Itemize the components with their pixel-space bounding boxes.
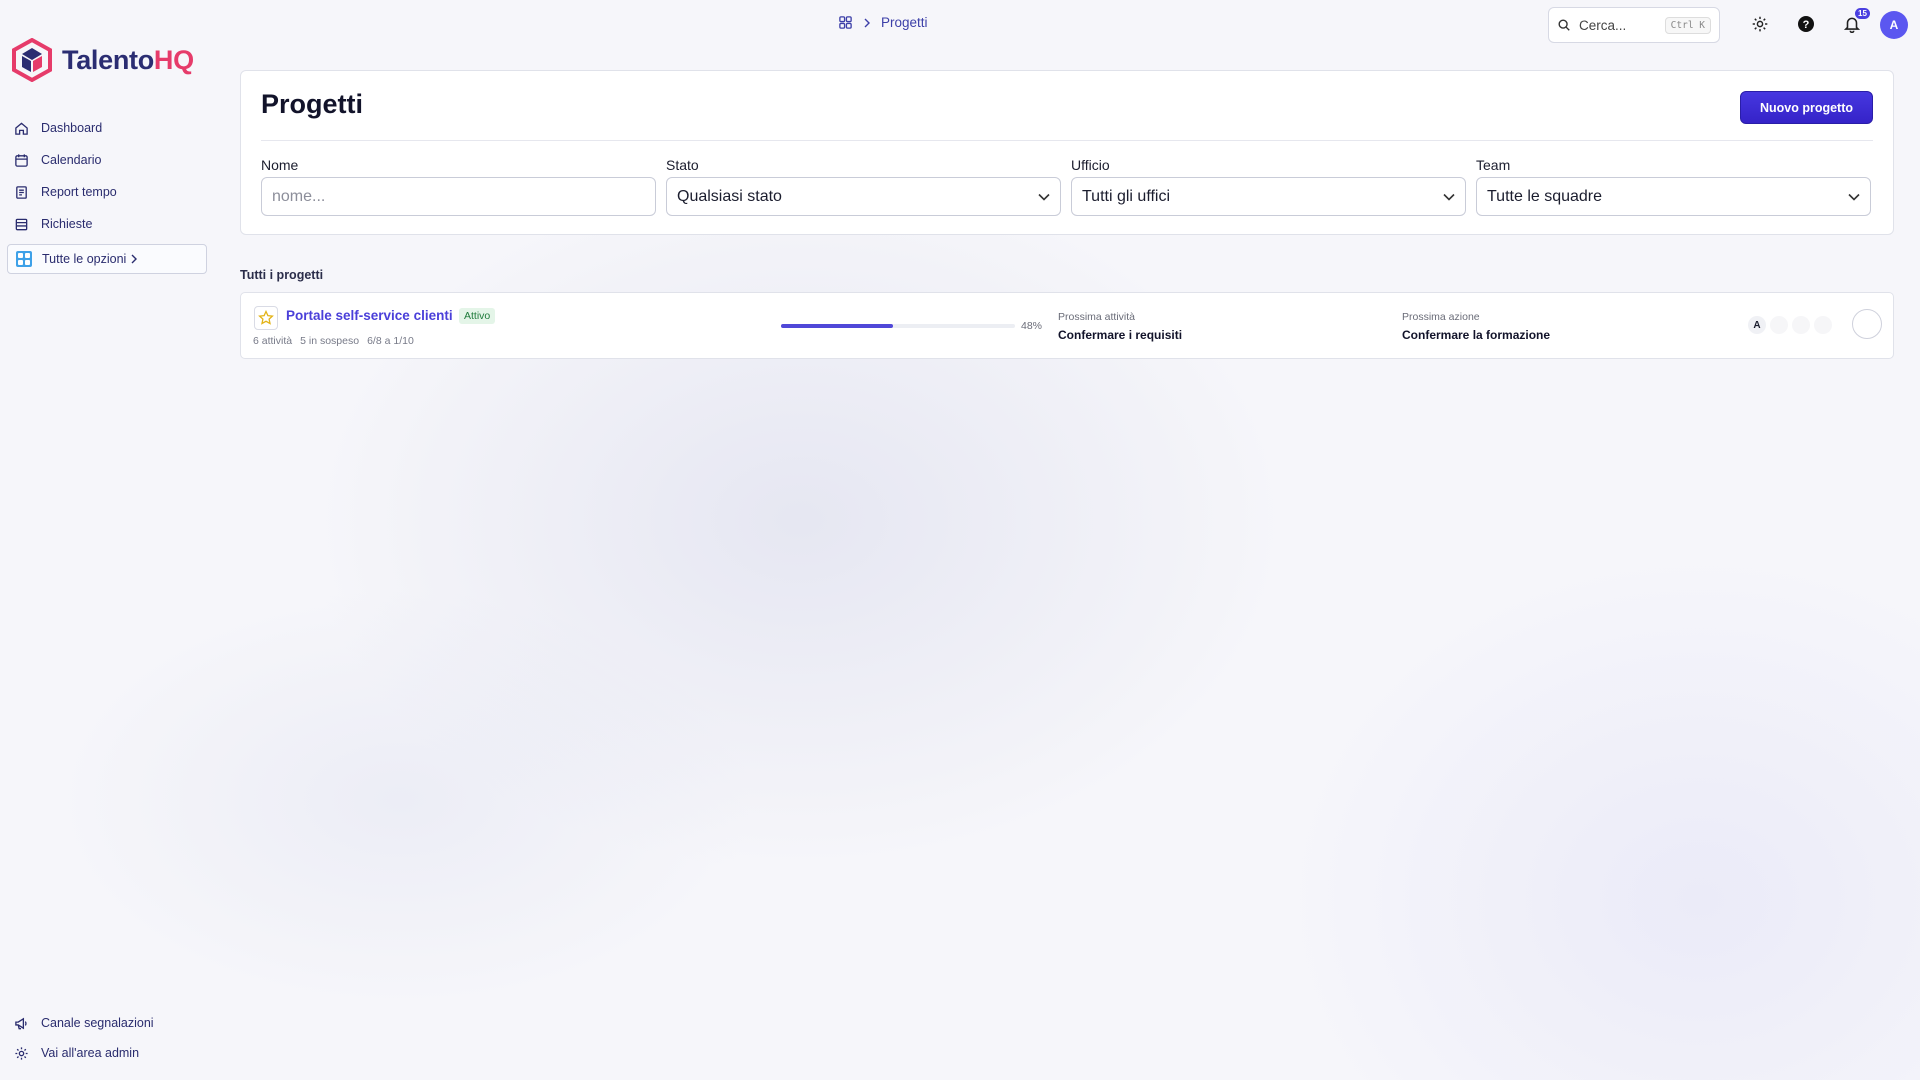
status-select[interactable]: Qualsiasi stato bbox=[666, 177, 1061, 216]
section-label: Tutti i progetti bbox=[240, 268, 324, 282]
filter-team: Team Tutte le squadre bbox=[1476, 157, 1871, 216]
name-input[interactable]: nome... bbox=[261, 177, 656, 216]
sidebar-item-requests[interactable]: Richieste bbox=[14, 208, 117, 240]
project-action-button[interactable] bbox=[1852, 309, 1882, 339]
project-name[interactable]: Portale self-service clienti bbox=[286, 308, 453, 323]
home-icon bbox=[15, 121, 28, 135]
chevron-down-icon bbox=[1848, 193, 1860, 201]
next-action-value: Confermare la formazione bbox=[1402, 328, 1551, 342]
chevron-down-icon bbox=[1443, 193, 1455, 201]
gear-icon bbox=[15, 1046, 28, 1060]
breadcrumb-current[interactable]: Progetti bbox=[881, 15, 928, 30]
filter-team-label: Team bbox=[1476, 157, 1511, 173]
member-avatar[interactable]: A bbox=[1748, 316, 1766, 334]
chevron-right-icon bbox=[864, 18, 870, 27]
svg-text:?: ? bbox=[1803, 19, 1810, 31]
pending-count: 5 in sospeso bbox=[300, 335, 360, 347]
filter-status: Stato Qualsiasi stato bbox=[666, 157, 1061, 216]
user-avatar[interactable]: A bbox=[1880, 11, 1908, 39]
search-box[interactable]: Cerca... Ctrl K bbox=[1548, 7, 1720, 43]
progress-percent: 48% bbox=[1021, 320, 1043, 332]
sidebar: TalentoHQ Dashboard Calendario Report te… bbox=[0, 0, 215, 1080]
filter-office-label: Ufficio bbox=[1071, 157, 1110, 173]
chevron-right-icon bbox=[131, 254, 138, 264]
all-options-button[interactable]: Tutte le opzioni bbox=[7, 244, 207, 274]
help-icon: ? bbox=[1798, 16, 1814, 32]
megaphone-icon bbox=[15, 1017, 27, 1029]
progress-fill bbox=[781, 324, 894, 328]
team-select[interactable]: Tutte le squadre bbox=[1476, 177, 1871, 216]
sidebar-item-dashboard[interactable]: Dashboard bbox=[14, 112, 117, 144]
sidebar-item-label: Vai all'area admin bbox=[41, 1046, 140, 1060]
favorite-button[interactable] bbox=[254, 306, 278, 330]
status-select-value: Qualsiasi stato bbox=[677, 187, 782, 205]
status-badge: Attivo bbox=[459, 308, 496, 324]
next-action-label: Prossima azione bbox=[1402, 311, 1480, 323]
project-meta: 6 attività 5 in sospeso 6/8 a 1/10 bbox=[253, 335, 414, 347]
apps-grid-icon[interactable] bbox=[838, 15, 853, 30]
page-title: Progetti bbox=[261, 89, 364, 119]
filter-name: Nome nome... bbox=[261, 157, 656, 216]
logo-text: TalentoHQ bbox=[62, 44, 194, 75]
progress-bar bbox=[781, 324, 1015, 328]
calendar-icon bbox=[15, 153, 28, 167]
project-row[interactable]: Portale self-service clienti Attivo 6 at… bbox=[240, 292, 1894, 359]
member-avatar-placeholder bbox=[1814, 316, 1832, 334]
settings-button[interactable] bbox=[1749, 13, 1771, 35]
breadcrumb: Progetti bbox=[838, 15, 928, 30]
projects-header-card: Progetti Nuovo progetto Nome nome... Sta… bbox=[240, 70, 1894, 235]
sidebar-item-report[interactable]: Report tempo bbox=[14, 176, 117, 208]
logo[interactable]: TalentoHQ bbox=[12, 38, 194, 82]
new-project-button[interactable]: Nuovo progetto bbox=[1740, 91, 1873, 124]
office-select[interactable]: Tutti gli uffici bbox=[1071, 177, 1466, 216]
notification-badge: 15 bbox=[1855, 8, 1870, 19]
member-avatar-placeholder bbox=[1792, 316, 1810, 334]
bottom-nav: Canale segnalazioni Vai all'area admin bbox=[14, 1008, 154, 1068]
star-icon bbox=[258, 310, 274, 325]
filter-name-label: Nome bbox=[261, 157, 299, 173]
filter-office: Ufficio Tutti gli uffici bbox=[1071, 157, 1466, 216]
search-shortcut: Ctrl K bbox=[1664, 16, 1711, 34]
divider bbox=[261, 140, 1873, 141]
search-placeholder: Cerca... bbox=[1579, 17, 1627, 33]
all-options-label: Tutte le opzioni bbox=[42, 252, 127, 266]
sidebar-item-label: Richieste bbox=[41, 217, 93, 231]
sidebar-item-calendar[interactable]: Calendario bbox=[14, 144, 117, 176]
next-activity-label: Prossima attività bbox=[1058, 311, 1136, 323]
sidebar-item-label: Calendario bbox=[41, 153, 102, 167]
next-activity-value: Confermare i requisiti bbox=[1058, 328, 1183, 342]
team-select-value: Tutte le squadre bbox=[1487, 187, 1603, 205]
task-count: 6 attività bbox=[253, 335, 293, 347]
sidebar-item-label: Canale segnalazioni bbox=[41, 1016, 154, 1030]
sidebar-item-label: Report tempo bbox=[41, 185, 117, 199]
list-icon bbox=[15, 218, 28, 230]
sidebar-item-label: Dashboard bbox=[41, 121, 103, 135]
grid-icon bbox=[16, 251, 32, 267]
office-select-value: Tutti gli uffici bbox=[1082, 187, 1171, 205]
sidebar-item-admin[interactable]: Vai all'area admin bbox=[14, 1038, 154, 1068]
date-range: 6/8 a 1/10 bbox=[367, 335, 414, 347]
sidebar-item-reports-channel[interactable]: Canale segnalazioni bbox=[14, 1008, 154, 1038]
filter-status-label: Stato bbox=[666, 157, 699, 173]
main-nav: Dashboard Calendario Report tempo Richie… bbox=[14, 112, 117, 240]
chevron-down-icon bbox=[1038, 193, 1050, 201]
help-button[interactable]: ? bbox=[1795, 13, 1817, 35]
gear-icon bbox=[1752, 16, 1768, 32]
notifications-button[interactable]: 15 bbox=[1841, 8, 1870, 35]
search-icon bbox=[1558, 19, 1570, 31]
report-icon bbox=[16, 185, 27, 199]
logo-cube-icon bbox=[12, 38, 52, 82]
member-avatars: A bbox=[1748, 316, 1832, 334]
member-avatar-placeholder bbox=[1770, 316, 1788, 334]
